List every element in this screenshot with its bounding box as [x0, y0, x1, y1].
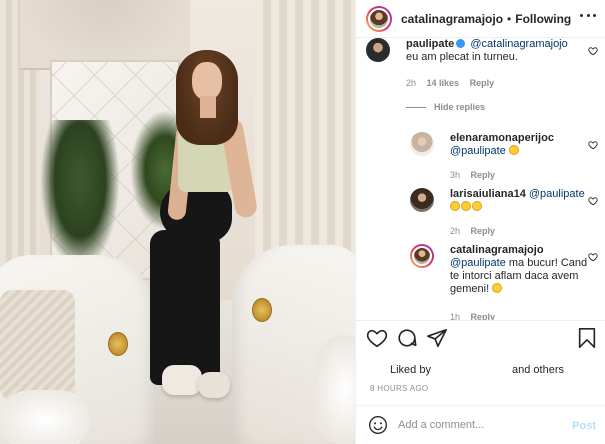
- pillow: [0, 290, 75, 400]
- liked-by-others[interactable]: and others: [512, 364, 564, 376]
- comment-meta: 3h Reply: [450, 170, 503, 180]
- following-button[interactable]: Following: [515, 12, 571, 26]
- comment-text: paulipate @catalinagramajojo eu am pleca…: [406, 38, 581, 64]
- comment-meta: 2h 14 likes Reply: [406, 78, 502, 88]
- hide-replies-label: Hide replies: [434, 102, 486, 112]
- fur-throw: [315, 335, 355, 444]
- fur-throw: [0, 390, 90, 444]
- header-username[interactable]: catalinagramajojo: [401, 12, 503, 26]
- person-legs: [150, 230, 220, 385]
- comment-username[interactable]: larisaiuliana14: [450, 188, 526, 200]
- sneaker: [162, 365, 202, 395]
- mention-link[interactable]: @paulipate: [529, 188, 585, 200]
- post-photo[interactable]: [0, 0, 355, 444]
- reply-button[interactable]: Reply: [471, 312, 496, 320]
- comment-username[interactable]: catalinagramajojo: [450, 244, 544, 256]
- grinning-emoji-icon: [508, 145, 519, 155]
- sneaker: [198, 372, 230, 398]
- comment-username[interactable]: elenaramonaperijoc: [450, 132, 554, 144]
- divider: [406, 106, 426, 108]
- add-comment-bar: Post: [356, 406, 605, 444]
- comment-icon[interactable]: [396, 327, 418, 349]
- comment-age: 1h: [450, 312, 461, 320]
- share-icon[interactable]: [426, 327, 448, 349]
- comment-likes[interactable]: 14 likes: [427, 78, 460, 88]
- post-timestamp[interactable]: 8 HOURS AGO: [370, 384, 428, 393]
- bookmark-icon[interactable]: [576, 327, 598, 349]
- mention-link[interactable]: @catalinagramajojo: [470, 38, 567, 50]
- comment-age: 2h: [406, 78, 417, 88]
- add-comment-input[interactable]: [398, 419, 558, 431]
- person-neck: [200, 96, 216, 118]
- reply-button[interactable]: Reply: [471, 170, 496, 180]
- post-actions: [366, 327, 598, 353]
- comment-text: elenaramonaperijoc @paulipate: [450, 132, 590, 158]
- liked-by-prefix[interactable]: Liked by: [390, 364, 431, 376]
- heart-icon[interactable]: [588, 252, 598, 262]
- emoji-icon[interactable]: [368, 415, 388, 435]
- reply-button[interactable]: Reply: [470, 78, 495, 88]
- grinning-emoji-icon: [461, 201, 471, 211]
- heart-icon[interactable]: [588, 46, 598, 56]
- mention-link[interactable]: @paulipate: [450, 257, 506, 269]
- verified-badge-icon: [456, 39, 466, 48]
- grinning-emoji-icon: [472, 201, 482, 211]
- heart-icon[interactable]: [366, 327, 388, 349]
- grinning-emoji-icon: [450, 201, 460, 211]
- post-header: catalinagramajojo • Following: [356, 0, 605, 38]
- comment-username[interactable]: paulipate: [406, 38, 454, 50]
- comment-body: eu am plecat in turneu.: [406, 51, 518, 63]
- chair-emblem: [108, 332, 128, 356]
- avatar[interactable]: [410, 188, 434, 212]
- heart-icon[interactable]: [588, 196, 598, 206]
- comment-text: catalinagramajojo @paulipate ma bucur! C…: [450, 244, 590, 296]
- divider: [356, 320, 605, 321]
- comment-age: 2h: [450, 226, 461, 236]
- avatar[interactable]: [410, 132, 434, 156]
- chair-emblem: [252, 298, 272, 322]
- comment-meta: 1h Reply: [450, 312, 503, 320]
- comments-list[interactable]: paulipate @catalinagramajojo eu am pleca…: [356, 38, 605, 320]
- separator-dot: •: [507, 11, 512, 26]
- reply-button[interactable]: Reply: [471, 226, 496, 236]
- grinning-emoji-icon: [492, 283, 503, 293]
- avatar[interactable]: [410, 244, 434, 268]
- avatar[interactable]: [366, 5, 392, 32]
- heart-icon[interactable]: [588, 140, 598, 150]
- post-panel: catalinagramajojo • Following paulipate …: [355, 0, 605, 444]
- more-options-icon[interactable]: [580, 14, 596, 18]
- comment-meta: 2h Reply: [450, 226, 503, 236]
- comment-age: 3h: [450, 170, 461, 180]
- hide-replies-button[interactable]: Hide replies: [406, 102, 485, 112]
- plant: [40, 120, 120, 270]
- person-face: [192, 62, 222, 100]
- comment-text: larisaiuliana14 @paulipate: [450, 188, 590, 214]
- mention-link[interactable]: @paulipate: [450, 145, 506, 157]
- avatar[interactable]: [366, 38, 390, 62]
- post-comment-button[interactable]: Post: [572, 420, 596, 432]
